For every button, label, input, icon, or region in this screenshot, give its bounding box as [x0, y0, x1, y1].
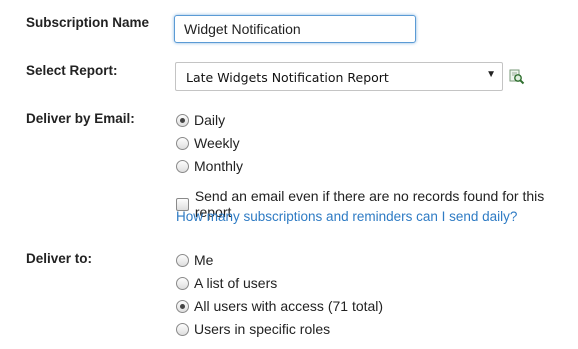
select-report-label: Select Report: [26, 63, 118, 78]
radio-weekly[interactable]: Weekly [176, 135, 240, 151]
deliver-to-label: Deliver to: [26, 251, 93, 266]
radio-button[interactable] [176, 136, 189, 150]
radio-daily[interactable]: Daily [176, 112, 225, 128]
report-select[interactable]: Late Widgets Notification Report ▼ [175, 62, 503, 91]
radio-specific-roles[interactable]: Users in specific roles [176, 321, 330, 337]
radio-daily-label: Daily [194, 112, 226, 128]
radio-button[interactable] [176, 113, 189, 127]
report-select-value: Late Widgets Notification Report [186, 70, 389, 85]
magnifier-lookup-icon[interactable] [509, 69, 525, 85]
radio-list-of-users[interactable]: A list of users [176, 275, 277, 291]
deliver-by-email-label: Deliver by Email: [26, 111, 135, 126]
subscription-name-input[interactable] [174, 15, 416, 43]
radio-all-users[interactable]: All users with access (71 total) [176, 298, 383, 314]
radio-monthly-label: Monthly [194, 158, 244, 174]
radio-weekly-label: Weekly [194, 135, 240, 151]
radio-button[interactable] [176, 159, 189, 173]
radio-me[interactable]: Me [176, 252, 213, 268]
radio-specific-roles-label: Users in specific roles [194, 321, 331, 337]
radio-me-label: Me [194, 252, 214, 268]
radio-button[interactable] [176, 299, 189, 313]
radio-list-of-users-label: A list of users [194, 275, 278, 291]
radio-button[interactable] [176, 276, 189, 290]
radio-button[interactable] [176, 322, 189, 336]
radio-all-users-label: All users with access (71 total) [194, 298, 384, 314]
subscription-name-label: Subscription Name [26, 15, 150, 30]
subscription-limits-help-link[interactable]: How many subscriptions and reminders can… [176, 209, 517, 224]
radio-monthly[interactable]: Monthly [176, 158, 243, 174]
dropdown-arrow-icon: ▼ [486, 69, 496, 80]
radio-button[interactable] [176, 253, 189, 267]
